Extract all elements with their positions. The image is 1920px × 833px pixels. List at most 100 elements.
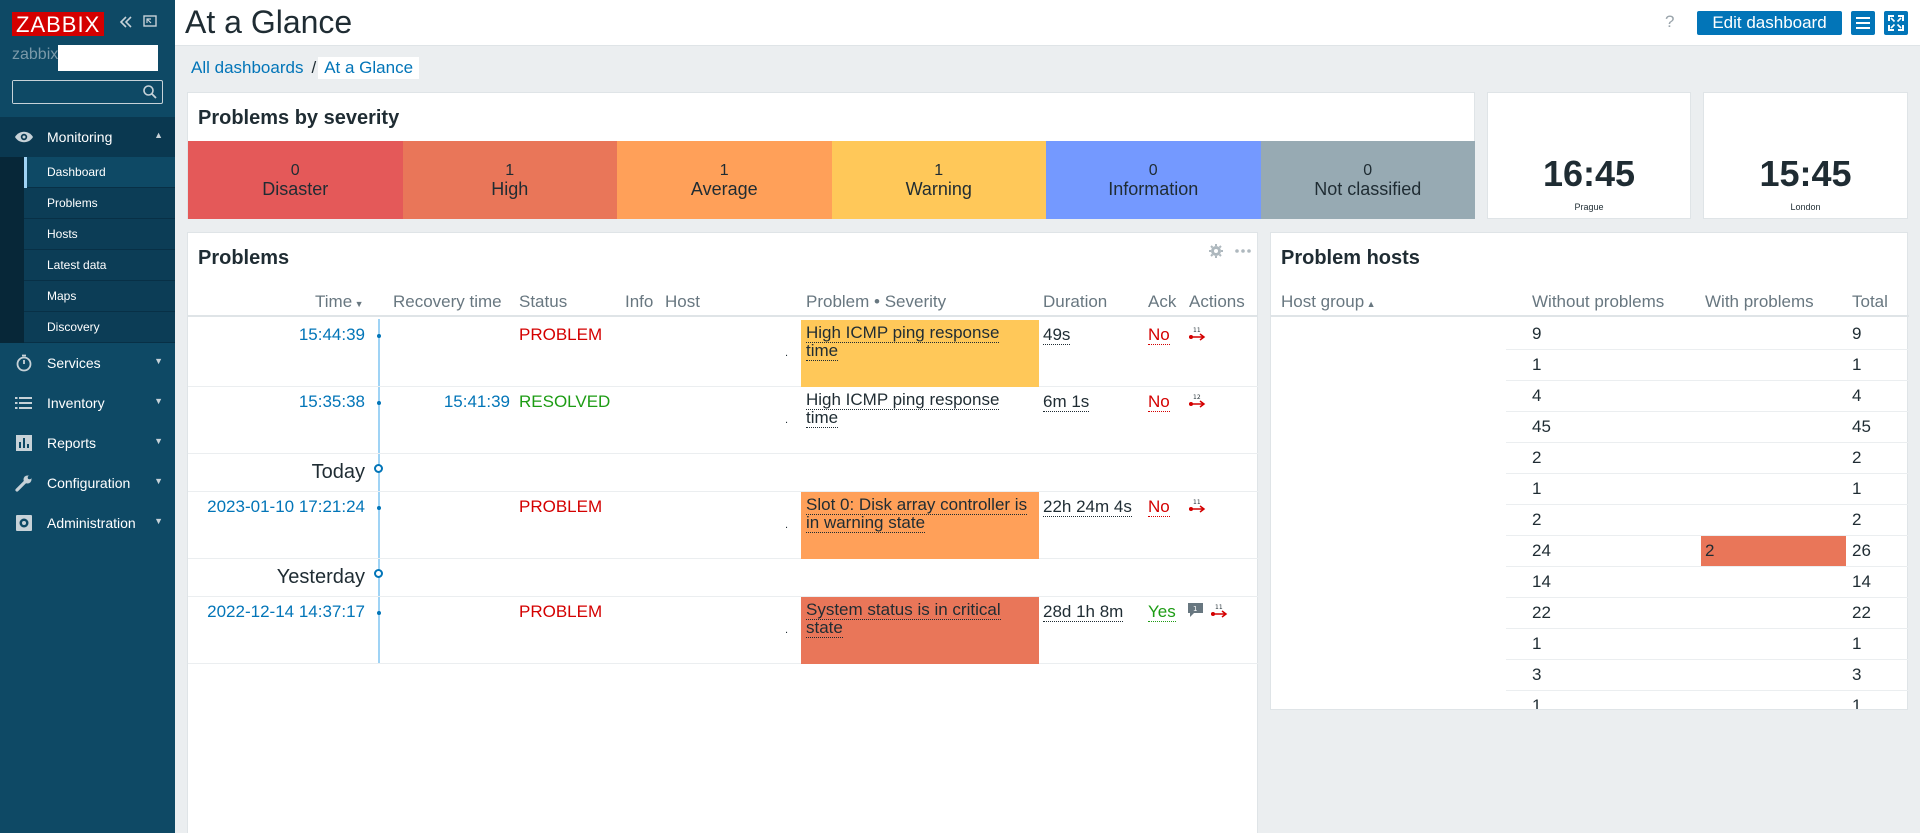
problem-name-cell[interactable]: High ICMP ping response time (801, 387, 1039, 454)
list-icon (15, 397, 32, 409)
severity-row: 0 Disaster 1 High 1 Average 1 Warning 0 … (188, 141, 1475, 219)
host-link[interactable]: . (785, 519, 788, 531)
without-problems-count[interactable]: 1 (1532, 479, 1541, 499)
severity-warning[interactable]: 1 Warning (831, 141, 1046, 219)
actions-icon[interactable]: 11 (1210, 603, 1230, 624)
column-host[interactable]: Host (665, 292, 700, 312)
severity-label: High (491, 178, 529, 199)
menu-label: Inventory (47, 395, 105, 411)
host-link[interactable]: . (785, 414, 788, 426)
hide-sidebar-icon[interactable] (140, 13, 160, 33)
search-input[interactable] (13, 81, 138, 103)
search-icon[interactable] (142, 84, 158, 100)
host-group-row: 44 (1271, 381, 1909, 412)
actions-icon[interactable]: 11 (1188, 326, 1208, 347)
breadcrumb-all-dashboards[interactable]: All dashboards (185, 57, 309, 79)
problem-name-cell[interactable]: High ICMP ping response time (801, 320, 1039, 387)
without-problems-count[interactable]: 2 (1532, 448, 1541, 468)
without-problems-count[interactable]: 2 (1532, 510, 1541, 530)
recovery-time-link[interactable]: 15:41:39 (388, 392, 510, 412)
column-ack: Ack (1148, 292, 1177, 311)
without-problems-count[interactable]: 1 (1532, 634, 1541, 654)
menu-inventory[interactable]: Inventory ▼ (0, 383, 175, 423)
severity-label: Information (1108, 178, 1199, 199)
menu-reports[interactable]: Reports ▼ (0, 423, 175, 463)
total-count: 3 (1852, 665, 1862, 684)
problem-row: 15:44:39 PROBLEM . High ICMP ping respon… (188, 320, 1258, 387)
severity-information[interactable]: 0 Information (1046, 141, 1261, 219)
problem-duration[interactable]: 28d 1h 8m (1043, 602, 1124, 622)
status-text: PROBLEM (519, 325, 603, 344)
menu-label: Services (47, 355, 101, 371)
column-time[interactable]: Time ▼ (315, 292, 364, 312)
without-problems-count[interactable]: 14 (1532, 572, 1551, 592)
problem-time-link[interactable]: 15:44:39 (188, 325, 365, 345)
help-icon[interactable]: ? (1665, 12, 1674, 32)
with-problems-bar (1701, 536, 1846, 567)
problem-name-cell[interactable]: Slot 0: Disk array controller is in warn… (801, 492, 1039, 559)
submenu-hosts[interactable]: Hosts (24, 219, 175, 250)
host-group-row: 22 (1271, 505, 1909, 536)
with-problems-count[interactable]: 2 (1705, 541, 1714, 561)
submenu-discovery[interactable]: Discovery (24, 312, 175, 343)
host-link[interactable]: . (785, 347, 788, 359)
without-problems-count[interactable]: 1 (1532, 355, 1541, 375)
column-host-group[interactable]: Host group ▲ (1281, 292, 1376, 312)
menu-services[interactable]: Services ▼ (0, 343, 175, 383)
problem-duration[interactable]: 49s (1043, 325, 1071, 345)
severity-disaster[interactable]: 0 Disaster (188, 141, 403, 219)
ack-link[interactable]: No (1148, 325, 1170, 345)
submenu-dashboard[interactable]: Dashboard (24, 157, 175, 188)
without-problems-count[interactable]: 22 (1532, 603, 1551, 623)
problem-time-link[interactable]: 15:35:38 (188, 392, 365, 412)
column-problem-severity[interactable]: Problem • Severity (806, 292, 946, 312)
actions-icon[interactable]: 12 (1188, 393, 1208, 414)
ack-link[interactable]: No (1148, 497, 1170, 517)
menu-monitoring[interactable]: Monitoring ▲ (0, 117, 175, 157)
menu-administration[interactable]: Administration ▼ (0, 503, 175, 543)
date-divider-today: Today (311, 461, 365, 483)
column-actions: Actions (1189, 292, 1245, 311)
submenu-latest-data[interactable]: Latest data (24, 250, 175, 281)
severity-average[interactable]: 1 Average (617, 141, 832, 219)
timeline-ring (374, 569, 383, 578)
problem-time-link[interactable]: 2022-12-14 14:37:17 (188, 602, 365, 622)
more-options-icon[interactable] (1234, 243, 1252, 259)
problem-name-cell[interactable]: System status is in critical state (801, 597, 1039, 664)
page-title: At a Glance (185, 4, 353, 40)
zabbix-logo[interactable]: ZABBIX (12, 12, 105, 37)
without-problems-count[interactable]: 45 (1532, 417, 1551, 437)
breadcrumb-current[interactable]: At a Glance (318, 57, 420, 79)
timeline-dot (377, 334, 381, 338)
severity-not-classified[interactable]: 0 Not classified (1260, 141, 1475, 219)
widget-title: Problems (198, 247, 290, 269)
actions-icon[interactable]: 11 (1188, 498, 1208, 519)
ack-link[interactable]: No (1148, 392, 1170, 412)
date-divider-yesterday: Yesterday (276, 566, 365, 588)
submenu-problems[interactable]: Problems (24, 188, 175, 219)
host-group-row: 33 (1271, 660, 1909, 691)
fullscreen-button[interactable] (1884, 11, 1908, 35)
gear-icon[interactable] (1208, 243, 1224, 259)
without-problems-count[interactable]: 24 (1532, 541, 1551, 561)
edit-dashboard-button[interactable]: Edit dashboard (1697, 11, 1842, 35)
dashboard-actions-menu-button[interactable] (1851, 11, 1875, 35)
submenu-maps[interactable]: Maps (24, 281, 175, 312)
without-problems-count[interactable]: 3 (1532, 665, 1541, 685)
collapse-sidebar-icon[interactable] (116, 13, 136, 33)
main-menu: Monitoring ▲ Dashboard Problems Hosts La… (0, 117, 175, 543)
host-link[interactable]: . (785, 624, 788, 636)
without-problems-count[interactable]: 9 (1532, 324, 1541, 344)
total-count: 4 (1852, 386, 1862, 405)
problem-duration[interactable]: 6m 1s (1043, 392, 1090, 412)
ack-cell: No (1148, 497, 1170, 517)
problem-time-link[interactable]: 2023-01-10 17:21:24 (188, 497, 365, 517)
severity-high[interactable]: 1 High (402, 141, 617, 219)
problem-duration[interactable]: 22h 24m 4s (1043, 497, 1132, 517)
message-icon[interactable]: 1 (1187, 602, 1205, 623)
without-problems-count[interactable]: 4 (1532, 386, 1541, 406)
ack-link[interactable]: Yes (1148, 602, 1176, 622)
chevron-down-icon: ▼ (154, 396, 163, 406)
menu-configuration[interactable]: Configuration ▼ (0, 463, 175, 503)
without-problems-count[interactable]: 1 (1532, 696, 1541, 709)
